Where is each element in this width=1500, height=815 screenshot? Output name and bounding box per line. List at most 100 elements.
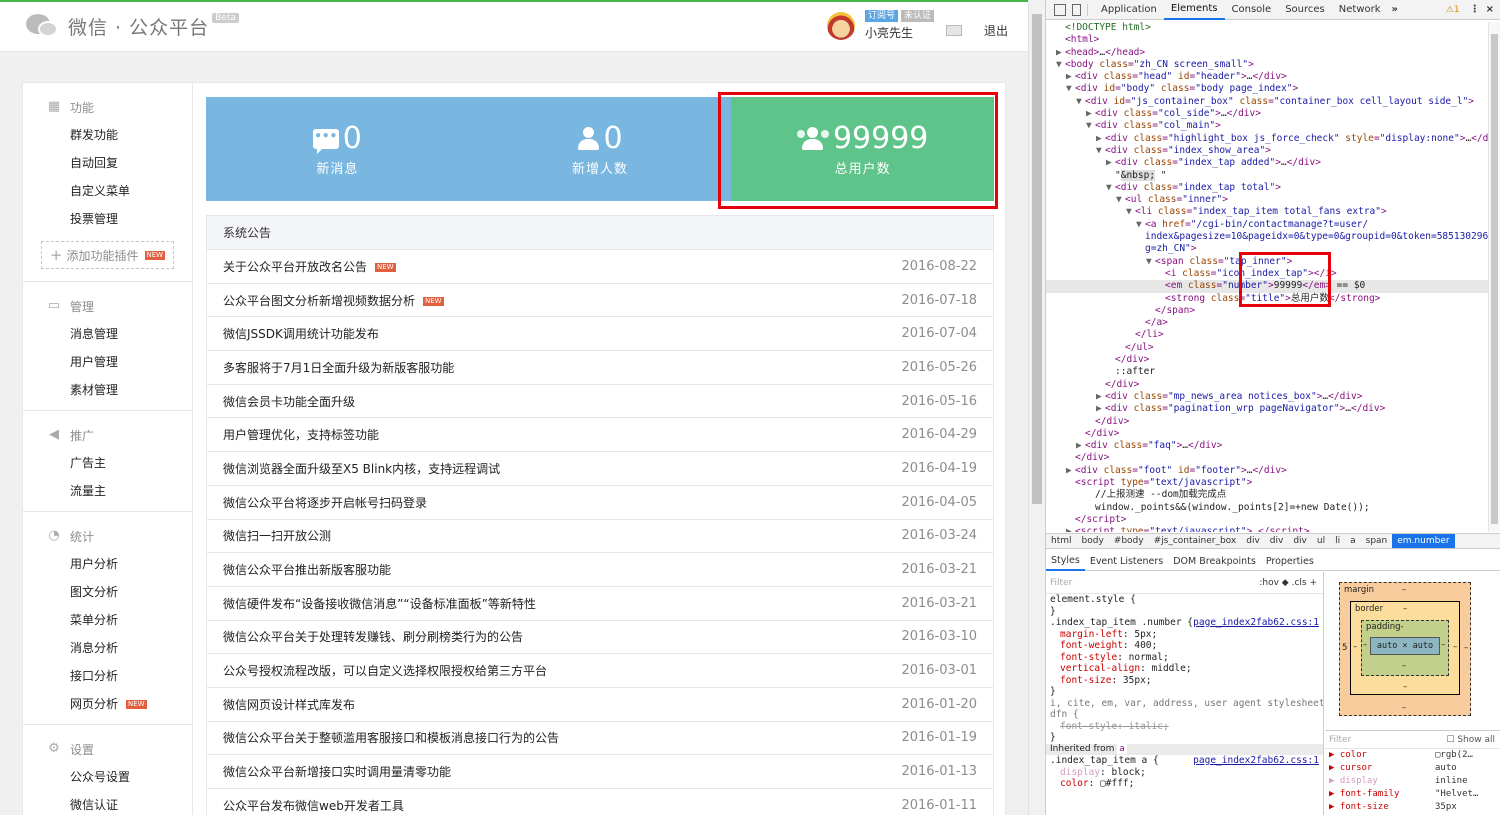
dom-node[interactable]: </a> xyxy=(1046,317,1489,329)
notice-title[interactable]: 公众号授权流程改版，可以自定义选择权限授权给第三方平台 xyxy=(223,662,547,679)
breadcrumb-item[interactable]: em.number xyxy=(1392,534,1455,548)
styles-filter-options[interactable]: :hov ◆ .cls + xyxy=(1259,578,1317,588)
notice-row[interactable]: 微信公众平台关于整顿滥用客服接口和模板消息接口行为的公告 2016-01-19 xyxy=(207,722,993,756)
notice-title[interactable]: 微信网页设计样式库发布 xyxy=(223,696,355,713)
breadcrumb-item[interactable]: div xyxy=(1241,536,1265,546)
notice-title[interactable]: 微信公众平台推出新版客服功能 xyxy=(223,561,391,578)
dom-node[interactable]: <script type="text/javascript"> xyxy=(1046,477,1489,489)
dom-node[interactable]: ▶ <div class="foot" id="footer">…</div> xyxy=(1046,465,1489,477)
dom-node[interactable]: ▼ <body class="zh_CN screen_small"> xyxy=(1046,59,1489,71)
dom-node[interactable]: </ul> xyxy=(1046,342,1489,354)
dom-node[interactable]: ▶ <div class="faq">…</div> xyxy=(1046,440,1489,452)
styles-tab[interactable]: DOM Breakpoints xyxy=(1168,553,1261,571)
style-rule-line[interactable]: element.style { xyxy=(1046,594,1323,606)
dom-node[interactable]: </div> xyxy=(1046,416,1489,428)
expand-arrow-icon[interactable]: ▼ xyxy=(1086,120,1095,132)
computed-property[interactable]: ▶ font-family "Helvet… xyxy=(1325,788,1500,801)
breadcrumb-item[interactable]: div xyxy=(1265,536,1289,546)
dom-node-selected[interactable]: <em class="number">99999</em> == $0 xyxy=(1046,280,1489,293)
tile-total-users[interactable]: 99999 总用户数 xyxy=(731,97,995,201)
style-rule-line[interactable]: dfn { xyxy=(1046,709,1323,721)
logo[interactable]: 微信 · 公众平台 Beta xyxy=(24,12,239,40)
sidebar-item[interactable]: 广告主 xyxy=(23,449,192,477)
notice-row[interactable]: 用户管理优化，支持标签功能 2016-04-29 xyxy=(207,418,993,453)
computed-property[interactable]: ▶ font-size 35px xyxy=(1325,801,1500,814)
expand-arrow-icon[interactable]: ▼ xyxy=(1146,256,1155,268)
username[interactable]: 小亮先生 xyxy=(865,24,934,41)
sidebar-item[interactable]: 自动回复 xyxy=(23,149,192,177)
notice-title[interactable]: 微信会员卡功能全面升级 xyxy=(223,393,355,410)
style-rule-line[interactable]: font-style: italic; xyxy=(1046,721,1323,733)
dom-node[interactable]: </div> xyxy=(1046,379,1489,391)
style-rule-line[interactable]: page_index2fab62.css:1 .index_tap_item .n… xyxy=(1046,617,1323,629)
notice-row[interactable]: 公众平台图文分析新增视频数据分析 NEW 2016-07-18 xyxy=(207,284,993,318)
style-rule-line[interactable]: } xyxy=(1046,686,1323,698)
expand-arrow-icon[interactable]: ▶ xyxy=(1096,133,1105,145)
notice-title[interactable]: 微信硬件发布“设备接收微信消息”“设备标准面板”等新特性 xyxy=(223,595,536,612)
dom-node[interactable]: </script> xyxy=(1046,514,1489,526)
dom-node[interactable]: </span> xyxy=(1046,305,1489,317)
dom-node[interactable]: <strong class="title">总用户数</strong> xyxy=(1046,293,1489,305)
dom-node[interactable]: ▼ <span class="tap_inner"> xyxy=(1046,256,1489,268)
expand-arrow-icon[interactable]: ▼ xyxy=(1096,145,1105,157)
dom-node[interactable]: </div> xyxy=(1046,428,1489,440)
logout-link[interactable]: 退出 xyxy=(984,22,1008,39)
computed-filter[interactable]: Filter ☐ Show all xyxy=(1325,731,1500,749)
dom-node[interactable]: <!DOCTYPE html> xyxy=(1046,22,1489,34)
dom-node[interactable]: ▼ <a href="/cgi-bin/contactmanage?t=user/ xyxy=(1046,219,1489,231)
expand-arrow-icon[interactable]: ▶ xyxy=(1096,403,1105,415)
sidebar-item[interactable]: 用户管理 xyxy=(23,348,192,376)
sidebar-item[interactable]: 素材管理 xyxy=(23,376,192,404)
expand-arrow-icon[interactable]: ▶ xyxy=(1076,440,1085,452)
dom-node[interactable]: ▶ <div class="mp_news_area notices_box">…… xyxy=(1046,391,1489,403)
sidebar-item[interactable]: 流量主 xyxy=(23,477,192,505)
dom-node[interactable]: //上报测速 --dom加载完成点 xyxy=(1046,489,1489,501)
notice-title[interactable]: 公众平台发布微信web开发者工具 xyxy=(223,797,404,814)
unverified-badge[interactable]: 未认证 xyxy=(900,10,934,22)
style-rule-line[interactable]: font-style: normal; xyxy=(1046,652,1323,664)
style-rule-line[interactable]: page_index2fab62.css:1 .index_tap_item a … xyxy=(1046,755,1323,767)
style-rule-line[interactable]: font-size: 35px; xyxy=(1046,675,1323,687)
sidebar-item[interactable]: 网页分析 NEW xyxy=(23,690,192,718)
sidebar-item[interactable]: 群发功能 xyxy=(23,121,192,149)
expand-arrow-icon[interactable]: ▶ xyxy=(1086,108,1095,120)
notice-row[interactable]: 微信网页设计样式库发布 2016-01-20 xyxy=(207,688,993,722)
notice-row[interactable]: 公众平台发布微信web开发者工具 2016-01-11 xyxy=(207,789,993,815)
notice-row[interactable]: 关于公众平台开放改名公告 NEW 2016-08-22 xyxy=(207,250,993,284)
dom-node[interactable]: index&pagesize=10&pageidx=0&type=0&group… xyxy=(1046,231,1489,243)
dom-node[interactable]: window._points&&(window._points[2]=+new … xyxy=(1046,502,1489,514)
avatar[interactable] xyxy=(826,11,855,40)
sidebar-item[interactable]: 接口分析 xyxy=(23,662,192,690)
dom-node[interactable]: ▶ <div class="col_side">…</div> xyxy=(1046,108,1489,120)
mail-icon[interactable] xyxy=(945,25,962,36)
notice-title[interactable]: 关于公众平台开放改名公告 NEW xyxy=(223,258,396,275)
notice-title[interactable]: 微信公众平台新增接口实时调用量清零功能 xyxy=(223,763,451,780)
styles-tab[interactable]: Properties xyxy=(1261,553,1319,571)
sidebar-item[interactable]: 自定义菜单 xyxy=(23,177,192,205)
dom-node[interactable]: ▼ <div class="index_show_area"> xyxy=(1046,145,1489,157)
notice-row[interactable]: 微信硬件发布“设备接收微信消息”“设备标准面板”等新特性 2016-03-21 xyxy=(207,587,993,621)
more-tabs-button[interactable]: » xyxy=(1392,4,1398,15)
expand-arrow-icon[interactable]: ▶ xyxy=(1066,465,1075,477)
style-rule-line[interactable]: margin-left: 5px; xyxy=(1046,629,1323,641)
sidebar-item[interactable]: 微信认证 xyxy=(23,791,192,815)
tile-new-messages[interactable]: ••• 0 新消息 xyxy=(206,97,469,201)
style-rule-line[interactable]: } xyxy=(1046,732,1323,744)
device-toggle-icon[interactable] xyxy=(1072,3,1081,16)
breadcrumb-item[interactable]: a xyxy=(1345,536,1361,546)
dom-node[interactable]: ▶ <div class="head" id="header">…</div> xyxy=(1046,71,1489,83)
dom-node[interactable]: ▶ <script type="text/javascript">…</scrip… xyxy=(1046,526,1489,532)
dom-node[interactable]: ▶ <div class="index_tap added">…</div> xyxy=(1046,157,1489,169)
inspect-icon[interactable] xyxy=(1054,3,1066,16)
notice-title[interactable]: 微信公众平台关于整顿滥用客服接口和模板消息接口行为的公告 xyxy=(223,729,559,746)
dom-node[interactable]: ▼ <ul class="inner"> xyxy=(1046,194,1489,206)
computed-property[interactable]: ▶ color ▢rgb(2… xyxy=(1325,749,1500,762)
notice-row[interactable]: 多客服将于7月1日全面升级为新版客服功能 2016-05-26 xyxy=(207,351,993,385)
style-rule-line[interactable]: color: ▢#fff; xyxy=(1046,778,1323,790)
expand-arrow-icon[interactable]: ▼ xyxy=(1066,83,1075,95)
dom-node[interactable]: ▼ <div id="body" class="body page_index"> xyxy=(1046,83,1489,95)
expand-arrow-icon[interactable]: ▶ xyxy=(1096,391,1105,403)
expand-arrow-icon[interactable]: ▼ xyxy=(1056,59,1065,71)
sidebar-item[interactable]: 菜单分析 xyxy=(23,606,192,634)
sidebar-item[interactable]: 用户分析 xyxy=(23,550,192,578)
